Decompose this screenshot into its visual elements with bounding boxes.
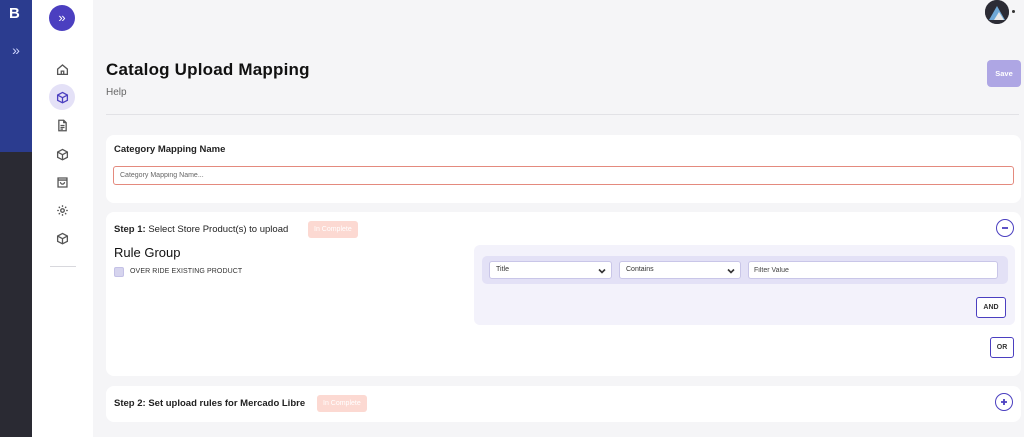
sidebar-divider	[50, 266, 76, 267]
bigcommerce-logo-icon: B	[9, 5, 20, 22]
step2-status-badge: In Complete	[317, 395, 367, 412]
category-mapping-card: Category Mapping Name	[106, 135, 1021, 203]
step2-title: Step 2: Set upload rules for Mercado Lib…	[114, 398, 305, 409]
step1-prefix: Step 1:	[114, 224, 146, 235]
add-or-group-button[interactable]: OR	[990, 337, 1014, 358]
avatar-image-icon	[985, 0, 1009, 24]
rule-filter-value-input[interactable]	[748, 261, 998, 279]
sidebar: »	[32, 0, 93, 437]
step1-title-text: Select Store Product(s) to upload	[148, 224, 289, 235]
rule-row: Title Contains	[482, 256, 1008, 284]
document-icon	[57, 119, 67, 131]
sidebar-expand-button[interactable]: »	[49, 5, 75, 31]
gear-icon	[56, 204, 68, 216]
sidebar-item-orders[interactable]	[49, 169, 75, 195]
sidebar-item-packages[interactable]	[49, 225, 75, 251]
rule-panel: Title Contains AND	[474, 245, 1015, 325]
step1-collapse-button[interactable]	[996, 219, 1014, 237]
sidebar-item-products[interactable]	[49, 141, 75, 167]
chevron-down-icon	[727, 266, 735, 274]
step2-expand-button[interactable]	[995, 393, 1013, 411]
cube-icon	[56, 91, 68, 104]
add-and-condition-button[interactable]: AND	[976, 297, 1006, 318]
minus-icon	[1002, 227, 1008, 229]
override-existing-label: OVER RIDE EXISTING PRODUCT	[130, 268, 243, 275]
plus-icon	[1001, 399, 1007, 405]
home-icon	[56, 63, 68, 75]
step2-card: Step 2: Set upload rules for Mercado Lib…	[106, 386, 1021, 422]
help-link[interactable]: Help	[106, 87, 127, 98]
step2-prefix: Step 2:	[114, 398, 146, 409]
app-strip: B »	[0, 0, 32, 437]
user-avatar[interactable]	[985, 0, 1009, 24]
avatar-status-dot	[1012, 10, 1015, 13]
rule-field-select[interactable]: Title	[489, 261, 612, 279]
rule-operator-value: Contains	[626, 266, 654, 273]
category-mapping-name-input[interactable]	[113, 166, 1014, 185]
override-existing-checkbox[interactable]	[114, 267, 124, 277]
package-icon	[56, 232, 68, 245]
rule-field-value: Title	[496, 266, 509, 273]
chevron-down-icon	[598, 266, 606, 274]
step1-status-badge: In Complete	[308, 221, 358, 238]
shopping-bag-icon	[56, 176, 68, 188]
page-title: Catalog Upload Mapping	[106, 60, 310, 79]
step1-card: Step 1: Select Store Product(s) to uploa…	[106, 212, 1021, 376]
sidebar-item-catalog[interactable]	[49, 84, 75, 110]
header-divider	[106, 114, 1019, 115]
category-mapping-label: Category Mapping Name	[114, 144, 226, 155]
box-icon	[56, 148, 68, 161]
rule-operator-select[interactable]: Contains	[619, 261, 741, 279]
app-strip-top	[0, 0, 32, 152]
step2-title-text: Set upload rules for Mercado Libre	[148, 398, 306, 409]
sidebar-item-settings[interactable]	[49, 197, 75, 223]
step1-title: Step 1: Select Store Product(s) to uploa…	[114, 224, 288, 235]
rule-group-title: Rule Group	[114, 245, 181, 260]
save-button[interactable]: Save	[987, 60, 1021, 87]
sidebar-item-documents[interactable]	[49, 112, 75, 138]
strip-expand-icon[interactable]: »	[8, 42, 24, 58]
sidebar-item-home[interactable]	[49, 56, 75, 82]
